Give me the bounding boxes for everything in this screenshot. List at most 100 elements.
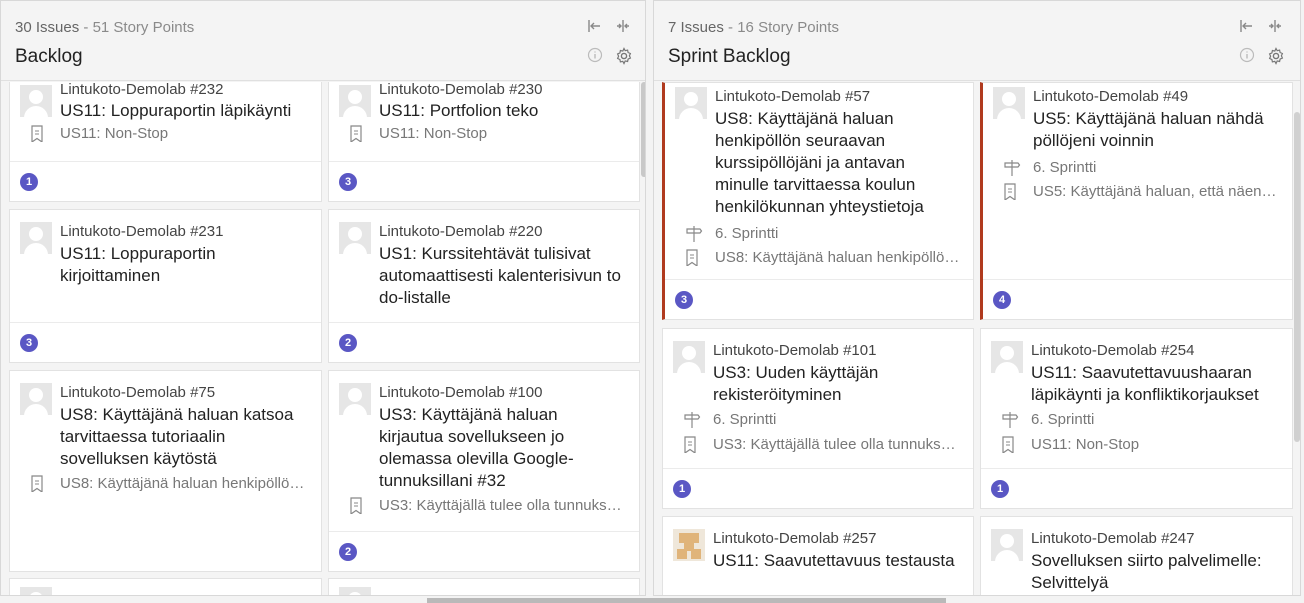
story-points-badge: 1 — [991, 480, 1009, 498]
issue-id[interactable]: Lintukoto-Demolab #247 — [1031, 530, 1194, 547]
avatar — [673, 341, 705, 373]
issue-title: US11: Saavutettavuushaaran läpikäynti ja… — [1031, 363, 1259, 404]
issue-card[interactable] — [328, 578, 640, 595]
issue-card[interactable]: Lintukoto-Demolab #230 US11: Portfolion … — [328, 82, 640, 202]
backlog-scrollbar[interactable] — [641, 82, 645, 177]
backlog-header: 30 Issues - 51 Story Points Backlog — [1, 1, 645, 81]
issue-id[interactable]: Lintukoto-Demolab #100 — [379, 384, 542, 401]
bookmark-icon — [349, 497, 369, 514]
avatar — [993, 87, 1025, 119]
issue-card[interactable]: Lintukoto-Demolab #232 US11: Loppuraport… — [9, 82, 322, 202]
bookmark-icon — [1001, 436, 1021, 453]
signpost-icon — [685, 225, 705, 242]
sprint-backlog-column: 7 Issues - 16 Story Points Sprint Backlo… — [653, 0, 1301, 596]
collapse-left-icon[interactable] — [584, 18, 604, 38]
bookmark-icon — [683, 436, 703, 453]
avatar — [991, 341, 1023, 373]
issue-title: US11: Portfolion teko — [379, 101, 539, 120]
expand-columns-icon[interactable] — [1265, 18, 1285, 38]
parent-story: US11: Non-Stop — [30, 125, 309, 142]
avatar — [339, 383, 371, 415]
story-points-badge: 3 — [339, 173, 357, 191]
sprint-counts: 7 Issues - 16 Story Points — [668, 19, 839, 36]
avatar — [20, 587, 52, 595]
sprint-title: Sprint Backlog — [668, 46, 791, 67]
story-points-badge: 3 — [675, 291, 693, 309]
story-points-badge: 3 — [20, 334, 38, 352]
bookmark-icon — [349, 125, 369, 142]
bookmark-icon — [1003, 183, 1023, 200]
issue-title: US5: Käyttäjänä haluan nähdä pöllöjeni v… — [1033, 109, 1264, 150]
issue-id[interactable]: Lintukoto-Demolab #254 — [1031, 342, 1194, 359]
parent-story: US3: Käyttäjällä tulee olla tunnukset so… — [349, 497, 627, 514]
signpost-icon — [1001, 411, 1021, 428]
issue-card[interactable]: Lintukoto-Demolab #49 US5: Käyttäjänä ha… — [980, 82, 1293, 320]
issue-card[interactable]: Lintukoto-Demolab #247 Sovelluksen siirt… — [980, 516, 1293, 595]
backlog-column: 30 Issues - 51 Story Points Backlog Lint… — [0, 0, 646, 596]
story-points-badge: 2 — [339, 543, 357, 561]
issue-card[interactable]: Lintukoto-Demolab #257 US11: Saavutettav… — [662, 516, 974, 595]
issue-id[interactable]: Lintukoto-Demolab #230 — [379, 82, 542, 98]
issue-id[interactable]: Lintukoto-Demolab #57 — [715, 88, 870, 105]
story-points-badge: 4 — [993, 291, 1011, 309]
issue-id[interactable]: Lintukoto-Demolab #75 — [60, 384, 215, 401]
issue-title: US3: Uuden käyttäjän rekisteröityminen — [713, 363, 879, 404]
sprint-header: 7 Issues - 16 Story Points Sprint Backlo… — [654, 1, 1300, 81]
sprint-label: 6. Sprintti — [1001, 411, 1280, 428]
expand-columns-icon[interactable] — [613, 18, 633, 38]
issue-id[interactable]: Lintukoto-Demolab #231 — [60, 223, 223, 240]
avatar — [673, 529, 705, 561]
issue-id[interactable]: Lintukoto-Demolab #101 — [713, 342, 876, 359]
parent-story: US11: Non-Stop — [349, 125, 627, 142]
avatar — [991, 529, 1023, 561]
issue-title: US8: Käyttäjänä haluan katsoa tarvittaes… — [60, 405, 294, 468]
collapse-left-icon[interactable] — [1236, 18, 1256, 38]
parent-story: US3: Käyttäjällä tulee olla tunnukset so… — [683, 436, 961, 453]
issue-card[interactable] — [9, 578, 322, 595]
sprint-issue-count: 7 Issues — [668, 19, 724, 36]
sprint-card-list: Lintukoto-Demolab #57 US8: Käyttäjänä ha… — [654, 82, 1300, 595]
issue-id[interactable]: Lintukoto-Demolab #220 — [379, 223, 542, 240]
bookmark-icon — [30, 125, 50, 142]
issue-card[interactable]: Lintukoto-Demolab #57 US8: Käyttäjänä ha… — [662, 82, 974, 320]
story-points-badge: 2 — [339, 334, 357, 352]
issue-card[interactable]: Lintukoto-Demolab #100 US3: Käyttäjänä h… — [328, 370, 640, 572]
parent-story: US8: Käyttäjänä haluan henkipöllön seura… — [685, 249, 961, 266]
issue-title: US8: Käyttäjänä haluan henkipöllön seura… — [715, 109, 924, 216]
info-icon[interactable] — [585, 47, 605, 67]
gear-icon[interactable] — [614, 47, 634, 67]
bookmark-icon — [685, 249, 705, 266]
sprint-label: 6. Sprintti — [1003, 159, 1280, 176]
issue-id[interactable]: Lintukoto-Demolab #49 — [1033, 88, 1188, 105]
info-icon[interactable] — [1237, 47, 1257, 67]
avatar — [20, 383, 52, 415]
issue-title: US1: Kurssitehtävät tulisivat automaatti… — [379, 244, 621, 307]
sprint-label: 6. Sprintti — [683, 411, 961, 428]
gear-icon[interactable] — [1266, 47, 1286, 67]
sprint-label: 6. Sprintti — [685, 225, 961, 242]
story-points-badge: 1 — [20, 173, 38, 191]
avatar — [20, 222, 52, 254]
avatar — [20, 85, 52, 117]
backlog-title: Backlog — [15, 46, 83, 67]
horizontal-scrollbar[interactable] — [427, 598, 946, 603]
parent-story: US8: Käyttäjänä haluan henkipöllön seura… — [30, 475, 309, 492]
issue-card[interactable]: Lintukoto-Demolab #101 US3: Uuden käyttä… — [662, 328, 974, 509]
issue-title: US3: Käyttäjänä haluan kirjautua sovellu… — [379, 405, 574, 490]
backlog-story-points: 51 Story Points — [92, 19, 195, 36]
sprint-scrollbar[interactable] — [1294, 112, 1300, 442]
issue-title: US11: Saavutettavuus testausta — [713, 551, 955, 570]
issue-card[interactable]: Lintukoto-Demolab #231 US11: Loppuraport… — [9, 209, 322, 363]
issue-card[interactable]: Lintukoto-Demolab #220 US1: Kurssitehtäv… — [328, 209, 640, 363]
issue-card[interactable]: Lintukoto-Demolab #254 US11: Saavutettav… — [980, 328, 1293, 509]
issue-id[interactable]: Lintukoto-Demolab #232 — [60, 82, 223, 98]
issue-title: Sovelluksen siirto palvelimelle: Selvitt… — [1031, 551, 1262, 592]
avatar — [339, 222, 371, 254]
backlog-card-list: Lintukoto-Demolab #232 US11: Loppuraport… — [1, 82, 645, 595]
issue-title: US11: Loppuraportin kirjoittaminen — [60, 244, 216, 285]
issue-id[interactable]: Lintukoto-Demolab #257 — [713, 530, 876, 547]
issue-card[interactable]: Lintukoto-Demolab #75 US8: Käyttäjänä ha… — [9, 370, 322, 572]
backlog-counts: 30 Issues - 51 Story Points — [15, 19, 195, 36]
bookmark-icon — [30, 475, 50, 492]
backlog-issue-count: 30 Issues — [15, 19, 80, 36]
